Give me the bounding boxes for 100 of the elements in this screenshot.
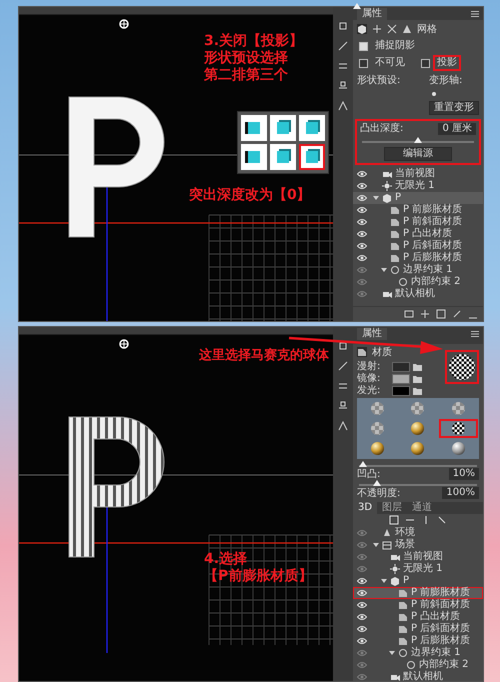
shape-thumbnail[interactable] — [353, 3, 361, 9]
value-field[interactable]: 100% — [442, 487, 479, 499]
panel-tab[interactable]: 属性 — [357, 328, 387, 340]
layer-row[interactable]: 内部约束 2 — [353, 276, 483, 288]
panel-tool-icon[interactable] — [404, 309, 414, 319]
panel-tool-icon[interactable] — [420, 309, 430, 319]
triangle-icon[interactable] — [402, 24, 412, 34]
tool-icon[interactable] — [338, 381, 348, 391]
caret-icon[interactable] — [373, 195, 379, 201]
edit-source-button[interactable]: 编辑源 — [384, 147, 452, 161]
layer-row[interactable]: 场景 — [353, 539, 483, 551]
preset-swatch[interactable] — [270, 115, 296, 141]
material-icon[interactable] — [357, 347, 367, 357]
layer-name: 边界约束 1 — [403, 265, 453, 275]
caret-icon[interactable] — [381, 578, 387, 584]
annotation-text: 4.选择 — [204, 551, 248, 568]
layer-name: P 后膨胀材质 — [411, 636, 470, 646]
axis-icon[interactable] — [429, 89, 439, 99]
eye-icon[interactable] — [357, 613, 367, 621]
slider-thumb[interactable] — [372, 480, 381, 486]
checkbox[interactable] — [421, 58, 430, 68]
layer-row[interactable]: 默认相机 — [353, 288, 483, 300]
color-swatch[interactable] — [392, 386, 410, 396]
panel-tab[interactable]: 通道 — [407, 502, 438, 514]
eye-icon[interactable] — [357, 182, 367, 190]
caret-icon[interactable] — [389, 650, 395, 656]
eye-icon[interactable] — [357, 206, 367, 214]
layer-row[interactable]: 无限光 1 — [353, 180, 483, 192]
eye-icon[interactable] — [357, 242, 367, 250]
eye-icon[interactable] — [357, 170, 367, 178]
menu-icon[interactable] — [471, 331, 479, 337]
layer-row[interactable]: P 凸出材质 — [353, 228, 483, 240]
preset-swatch[interactable] — [241, 144, 267, 170]
panel-tab[interactable]: 3D — [353, 502, 378, 514]
tool-icon[interactable] — [338, 421, 348, 431]
panel-tab[interactable]: 属性 — [357, 8, 387, 20]
eye-icon[interactable] — [357, 230, 367, 238]
caret-icon[interactable] — [381, 267, 387, 273]
menu-icon[interactable] — [471, 11, 479, 17]
option-label: 不可见 — [374, 56, 406, 70]
eye-icon[interactable] — [357, 625, 367, 633]
eye-icon[interactable] — [357, 218, 367, 226]
eye-icon[interactable] — [357, 601, 367, 609]
layer-row[interactable]: P 凸出材质 — [353, 611, 483, 623]
layer-row[interactable]: P 前膨胀材质 — [353, 204, 483, 216]
preset-swatch[interactable] — [241, 115, 267, 141]
tool-icon[interactable] — [338, 101, 348, 111]
layer-row[interactable]: P 前斜面材质 — [353, 216, 483, 228]
layer-row[interactable]: 当前视图 — [353, 551, 483, 563]
tool-icon[interactable] — [338, 61, 348, 71]
layer-row[interactable]: P 后斜面材质 — [353, 623, 483, 635]
checkbox[interactable] — [359, 42, 368, 50]
layer-name: 当前视图 — [395, 169, 435, 179]
layer-row[interactable]: P 后斜面材质 — [353, 240, 483, 252]
preset-swatch[interactable] — [299, 144, 325, 170]
move-icon[interactable] — [372, 24, 382, 34]
field-label: 不透明度: — [357, 488, 400, 498]
layer-row[interactable]: P — [353, 192, 483, 204]
layer-row[interactable]: P 后膨胀材质 — [353, 635, 483, 647]
layer-row[interactable]: 边界约束 1 — [353, 647, 483, 659]
layer-row[interactable]: P 后膨胀材质 — [353, 252, 483, 264]
layer-row[interactable]: 默认相机 — [353, 671, 483, 682]
eye-icon[interactable] — [357, 589, 367, 597]
cross-icon[interactable] — [387, 24, 397, 34]
layer-row[interactable]: 内部约束 2 — [353, 659, 483, 671]
annotation-text: 第二排第三个 — [204, 67, 289, 84]
layer-row[interactable]: P 前膨胀材质 — [353, 587, 483, 599]
layer-row[interactable]: 无限光 1 — [353, 563, 483, 575]
caret-icon[interactable] — [373, 542, 379, 548]
layer-row[interactable]: 边界约束 1 — [353, 264, 483, 276]
reset-button[interactable]: 重置变形 — [429, 101, 479, 115]
color-swatch[interactable] — [392, 362, 410, 372]
panel-tab[interactable]: 图层 — [377, 502, 408, 514]
layer-name: P 前膨胀材质 — [411, 588, 470, 598]
layer-row[interactable]: 当前视图 — [353, 168, 483, 180]
eye-icon[interactable] — [357, 194, 367, 202]
tool-icon[interactable] — [338, 81, 348, 91]
eye-icon[interactable] — [357, 254, 367, 262]
value-field[interactable]: 10% — [448, 468, 479, 480]
layer-name: P 后斜面材质 — [411, 624, 470, 634]
layer-row[interactable]: P 前斜面材质 — [353, 599, 483, 611]
slider-thumb[interactable] — [358, 461, 367, 467]
checkbox[interactable] — [359, 58, 368, 68]
field-label: 漫射: — [357, 361, 382, 372]
mesh-icon[interactable] — [357, 24, 367, 34]
layer-name: 无限光 1 — [403, 564, 443, 574]
depth-field[interactable]: 0 厘米 — [438, 123, 476, 135]
field-label: 形状预设: — [357, 74, 400, 87]
layer-row[interactable]: 环境 — [353, 527, 483, 539]
layer-row[interactable]: P — [353, 575, 483, 587]
tool-icon[interactable] — [338, 401, 348, 411]
color-swatch[interactable] — [392, 374, 410, 384]
material-swatch[interactable] — [438, 419, 478, 438]
preset-swatch[interactable] — [270, 144, 296, 170]
eye-icon[interactable] — [357, 577, 367, 585]
eye-icon[interactable] — [357, 637, 367, 645]
environment-icon — [382, 528, 392, 538]
light-icon — [382, 181, 392, 191]
preset-swatch[interactable] — [299, 115, 325, 141]
layer-name: P 前斜面材质 — [403, 217, 462, 227]
